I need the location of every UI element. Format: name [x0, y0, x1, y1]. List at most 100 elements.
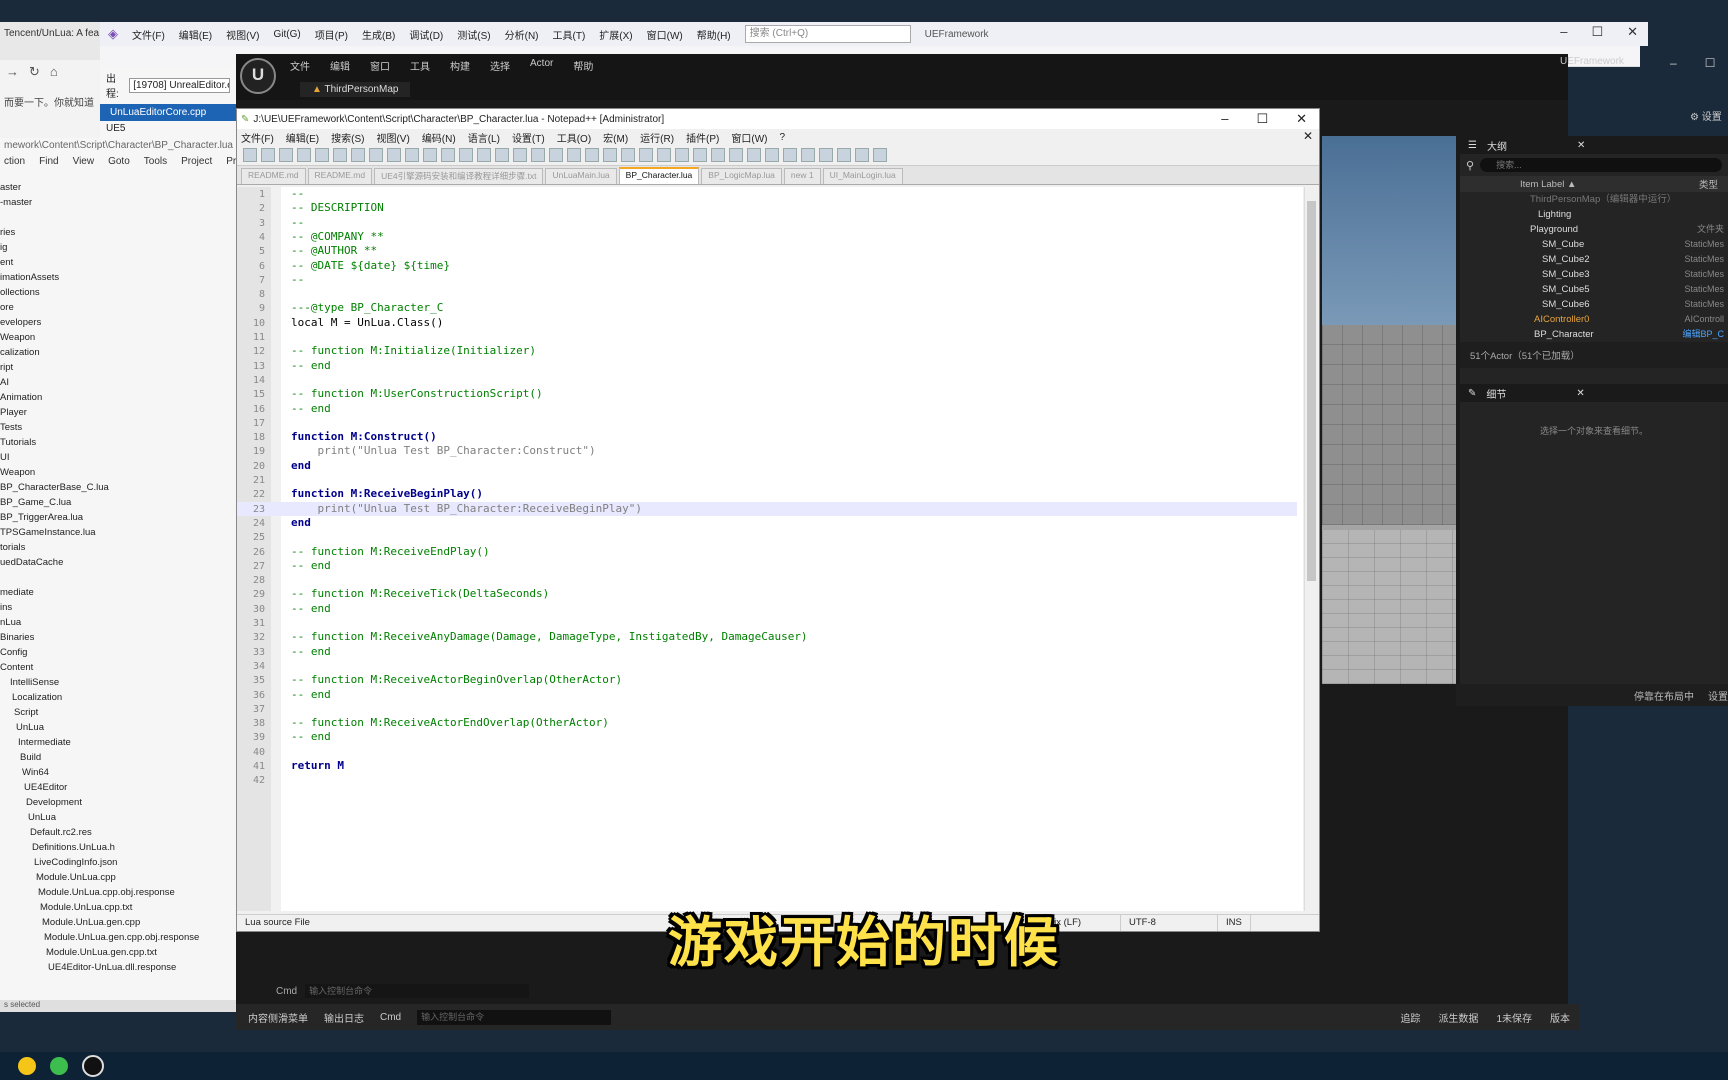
- outliner-row[interactable]: Playground 文件夹: [1460, 222, 1728, 237]
- toolbar-button-icon[interactable]: [369, 148, 383, 162]
- vs-menu-3[interactable]: Git(G): [273, 29, 300, 40]
- code-line[interactable]: 23 print("Unlua Test BP_Character:Receiv…: [237, 501, 1297, 516]
- code-line[interactable]: 12 -- function M:Initialize(Initializer): [237, 344, 1297, 358]
- ue-menu-item[interactable]: 帮助: [573, 58, 593, 73]
- tree-item[interactable]: uedDataCache: [0, 555, 236, 570]
- ue-menu-item[interactable]: 文件: [290, 58, 310, 73]
- vertical-scrollbar[interactable]: [1304, 187, 1319, 911]
- tree-item[interactable]: UI: [0, 450, 236, 465]
- code-line[interactable]: 35 -- function M:ReceiveActorBeginOverlap…: [237, 673, 1297, 687]
- code-line[interactable]: 13 -- end: [237, 359, 1297, 373]
- tree-item[interactable]: Definitions.UnLua.h: [0, 840, 236, 855]
- toolbar-button-icon[interactable]: [261, 148, 275, 162]
- toolbar-button-icon[interactable]: [333, 148, 347, 162]
- outliner-row[interactable]: ThirdPersonMap（编辑器中运行）: [1460, 192, 1728, 207]
- toolbar-button-icon[interactable]: [711, 148, 725, 162]
- npp-menu-item[interactable]: 设置(T): [512, 130, 545, 145]
- code-line[interactable]: 36 -- end: [237, 688, 1297, 702]
- version-button[interactable]: 版本: [1550, 1010, 1570, 1025]
- tree-item[interactable]: Module.UnLua.cpp: [0, 870, 236, 885]
- tree-item[interactable]: torials: [0, 540, 236, 555]
- toolbar-button-icon[interactable]: [297, 148, 311, 162]
- maximize-icon[interactable]: ☐: [1256, 111, 1268, 127]
- content-drawer-button[interactable]: 内容侧滑菜单: [248, 1010, 308, 1025]
- tree-item[interactable]: aster: [0, 180, 236, 195]
- toolbar-button-icon[interactable]: [783, 148, 797, 162]
- toolbar-button-icon[interactable]: [423, 148, 437, 162]
- toolbar-button-icon[interactable]: [603, 148, 617, 162]
- tree-item[interactable]: ent: [0, 255, 236, 270]
- code-line[interactable]: 6 -- @DATE ${date} ${time}: [237, 259, 1297, 273]
- code-line[interactable]: 33 -- end: [237, 645, 1297, 659]
- code-line[interactable]: 11: [237, 330, 1297, 344]
- outliner-tab[interactable]: ☰ 大纲 ✕: [1460, 136, 1728, 154]
- reload-icon[interactable]: ↻: [29, 64, 40, 88]
- solution-menu-item[interactable]: Project: [181, 156, 212, 167]
- outliner-col-label[interactable]: Item Label ▲: [1520, 179, 1576, 190]
- home-icon[interactable]: ⌂: [50, 64, 58, 88]
- close-document-icon[interactable]: ✕: [1303, 129, 1313, 143]
- npp-menu-item[interactable]: 编码(N): [422, 130, 456, 145]
- outliner-col-type[interactable]: 类型: [1699, 177, 1718, 191]
- toolbar-button-icon[interactable]: [279, 148, 293, 162]
- toolbar-button-icon[interactable]: [405, 148, 419, 162]
- tree-item[interactable]: Tests: [0, 420, 236, 435]
- code-line[interactable]: 5 -- @AUTHOR **: [237, 244, 1297, 258]
- outliner-row[interactable]: SM_Cube6 StaticMes: [1460, 297, 1728, 312]
- npp-file-tab[interactable]: README.md: [241, 168, 306, 184]
- outliner-search-input[interactable]: 搜索...: [1480, 158, 1722, 172]
- toolbar-button-icon[interactable]: [549, 148, 563, 162]
- vs-menu-11[interactable]: 窗口(W): [647, 27, 683, 42]
- ue-cmd-label[interactable]: Cmd: [276, 986, 297, 997]
- tree-item[interactable]: ries: [0, 225, 236, 240]
- ue-menu-item[interactable]: 编辑: [330, 58, 350, 73]
- toolbar-button-icon[interactable]: [675, 148, 689, 162]
- tree-item[interactable]: ollections: [0, 285, 236, 300]
- tree-item[interactable]: ore: [0, 300, 236, 315]
- back-icon[interactable]: →: [6, 64, 19, 88]
- npp-menu-item[interactable]: 窗口(W): [731, 130, 767, 145]
- code-line[interactable]: 37: [237, 702, 1297, 716]
- tree-item[interactable]: Win64: [0, 765, 236, 780]
- npp-menu-item[interactable]: 语言(L): [468, 130, 500, 145]
- ue-menu-item[interactable]: 窗口: [370, 58, 390, 73]
- toolbar-button-icon[interactable]: [801, 148, 815, 162]
- code-line[interactable]: 3 --: [237, 216, 1297, 230]
- toolbar-button-icon[interactable]: [495, 148, 509, 162]
- vs-menu-10[interactable]: 扩展(X): [599, 27, 632, 42]
- tree-item[interactable]: BP_TriggerArea.lua: [0, 510, 236, 525]
- code-line[interactable]: 29 -- function M:ReceiveTick(DeltaSeconds…: [237, 587, 1297, 601]
- tree-item[interactable]: LiveCodingInfo.json: [0, 855, 236, 870]
- minimize-icon[interactable]: –: [1221, 111, 1228, 127]
- toolbar-button-icon[interactable]: [837, 148, 851, 162]
- code-line[interactable]: 40: [237, 745, 1297, 759]
- code-line[interactable]: 9 ---@type BP_Character_C: [237, 301, 1297, 315]
- tree-item[interactable]: nLua: [0, 615, 236, 630]
- tree-item[interactable]: Player: [0, 405, 236, 420]
- code-line[interactable]: 4 -- @COMPANY **: [237, 230, 1297, 244]
- tree-item[interactable]: IntelliSense: [0, 675, 236, 690]
- toolbar-button-icon[interactable]: [243, 148, 257, 162]
- tree-item[interactable]: Animation: [0, 390, 236, 405]
- vs-search-input[interactable]: 搜索 (Ctrl+Q): [744, 25, 911, 43]
- dock-in-layout-button[interactable]: 停靠在布局中: [1634, 688, 1694, 703]
- maximize-icon[interactable]: ☐: [1705, 56, 1716, 70]
- code-line[interactable]: 25: [237, 530, 1297, 544]
- npp-file-tab[interactable]: new 1: [783, 168, 821, 184]
- tree-item[interactable]: [0, 570, 236, 585]
- vs-menu-7[interactable]: 测试(S): [457, 27, 490, 42]
- tree-item[interactable]: Default.rc2.res: [0, 825, 236, 840]
- vs-menu-0[interactable]: 文件(F): [132, 27, 165, 42]
- npp-menu-item[interactable]: 搜索(S): [331, 130, 364, 145]
- tree-item[interactable]: Tutorials: [0, 435, 236, 450]
- solution-menu-item[interactable]: View: [73, 156, 95, 167]
- ue-cmd-input[interactable]: 输入控制台命令: [305, 984, 530, 998]
- vs-menu-5[interactable]: 生成(B): [362, 27, 395, 42]
- toolbar-button-icon[interactable]: [639, 148, 653, 162]
- code-line[interactable]: 41 return M: [237, 759, 1297, 773]
- vs-process-select[interactable]: [19708] UnrealEditor.exe: [129, 77, 230, 93]
- tree-item[interactable]: Weapon: [0, 465, 236, 480]
- code-line[interactable]: 2 -- DESCRIPTION: [237, 201, 1297, 215]
- toolbar-button-icon[interactable]: [747, 148, 761, 162]
- outliner-row[interactable]: AIController0 AIControll: [1460, 312, 1728, 327]
